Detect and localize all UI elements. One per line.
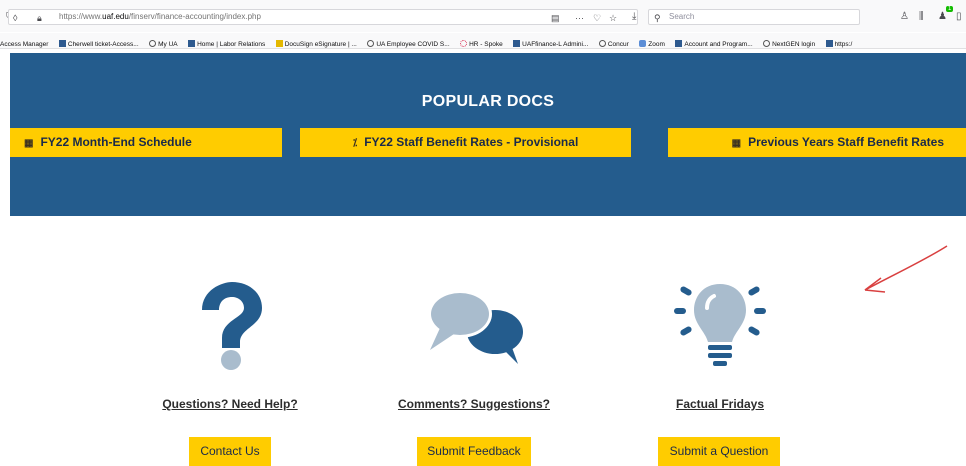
lightbulb-icon <box>630 280 810 370</box>
calendar-icon: ▦ <box>731 138 742 149</box>
doc-link-benefit-rates-provisional[interactable]: ⁒ FY22 Staff Benefit Rates - Provisional <box>300 128 631 157</box>
doc-link-month-end-schedule[interactable]: ▦ FY22 Month-End Schedule <box>10 128 282 157</box>
globe-icon <box>598 40 606 47</box>
question-mark-icon <box>140 280 320 370</box>
search-icon: ⚲ <box>654 13 661 23</box>
popular-docs-section: POPULAR DOCS ▦ FY22 Month-End Schedule ⁒ F… <box>10 53 966 216</box>
feature-title[interactable]: Factual Fridays <box>630 397 810 411</box>
feature-title[interactable]: Questions? Need Help? <box>140 397 320 411</box>
square-icon <box>675 40 683 47</box>
annotation-arrow-icon <box>864 245 948 293</box>
docusign-icon <box>275 40 283 47</box>
bookmark-nextgen[interactable]: NextGEN login <box>763 37 815 48</box>
page-actions-icon[interactable]: ··· <box>575 13 584 23</box>
doc-link-previous-benefit-rates[interactable]: ▦ Previous Years Staff Benefit Rates <box>668 128 966 157</box>
download-icon[interactable]: ⤓ <box>632 11 636 23</box>
submit-question-button[interactable]: Submit a Question <box>658 437 780 466</box>
bookmark-hr-spoke[interactable]: HR - Spoke <box>460 37 503 48</box>
square-icon <box>58 40 66 47</box>
menu-icon[interactable]: ▯ <box>956 11 962 23</box>
extension-badge: 1 <box>946 6 954 12</box>
hubspot-icon <box>460 40 468 47</box>
submit-feedback-button[interactable]: Submit Feedback <box>417 437 531 466</box>
bookmark-cherwell[interactable]: Cherwell ticket-Access... <box>58 37 139 48</box>
bookmark-concur[interactable]: Concur <box>598 37 629 48</box>
bookmark-covid[interactable]: UA Employee COVID S... <box>367 37 450 48</box>
pocket-icon[interactable]: ♡ <box>593 13 601 23</box>
feature-factual-fridays: Factual Fridays Submit a Question <box>630 280 810 466</box>
bookmark-zoom[interactable]: Zoom <box>639 37 665 48</box>
bookmark-uaffinance[interactable]: UAFfinance-L Admini... <box>513 37 588 48</box>
feature-title[interactable]: Comments? Suggestions? <box>384 397 564 411</box>
library-icon[interactable]: ⫼ <box>919 11 924 23</box>
bookmark-star-icon[interactable]: ☆ <box>609 13 617 23</box>
address-bar[interactable]: ◊ 🔒︎ https://www.uaf.edu/finserv/finance… <box>8 9 638 25</box>
bookmark-access-manager[interactable]: Access Manager <box>0 37 48 48</box>
bookmark-https[interactable]: https:/ <box>825 37 852 48</box>
shield-icon[interactable]: ◊ <box>13 13 17 23</box>
globe-icon <box>763 40 771 47</box>
contact-us-button[interactable]: Contact Us <box>189 437 271 466</box>
calendar-icon: ▦ <box>24 138 34 149</box>
speech-bubbles-icon <box>384 280 564 370</box>
search-input[interactable]: ⚲ Search <box>648 9 860 25</box>
square-icon <box>188 40 196 47</box>
feature-feedback: Comments? Suggestions? Submit Feedback <box>384 280 564 466</box>
bookmark-docusign[interactable]: DocuSign eSignature | ... <box>275 37 357 48</box>
lock-icon[interactable]: 🔒︎ <box>37 13 42 23</box>
browser-toolbar: ⛉ ◊ 🔒︎ https://www.uaf.edu/finserv/finan… <box>0 0 966 32</box>
popular-docs-title: POPULAR DOCS <box>421 93 555 110</box>
bookmark-labor-relations[interactable]: Home | Labor Relations <box>188 37 265 48</box>
square-icon <box>825 40 833 47</box>
reader-view-icon[interactable]: ▤ <box>551 13 560 23</box>
square-icon <box>513 40 521 47</box>
globe-icon <box>367 40 375 47</box>
feature-help: Questions? Need Help? Contact Us <box>140 280 320 466</box>
bookmark-my-ua[interactable]: My UA <box>149 37 178 48</box>
bookmarks-toolbar: Access Manager Cherwell ticket-Access...… <box>0 33 966 49</box>
globe-icon <box>149 40 157 47</box>
bookmark-account-program[interactable]: Account and Program... <box>675 37 753 48</box>
url-text[interactable]: https://www.uaf.edu/finserv/finance-acco… <box>59 12 261 21</box>
search-placeholder: Search <box>669 12 695 21</box>
percent-icon: ⁒ <box>352 138 358 149</box>
extension-icon[interactable]: ♟ <box>938 11 947 23</box>
zoom-icon <box>639 40 647 47</box>
account-icon[interactable]: ♙ <box>900 11 909 23</box>
